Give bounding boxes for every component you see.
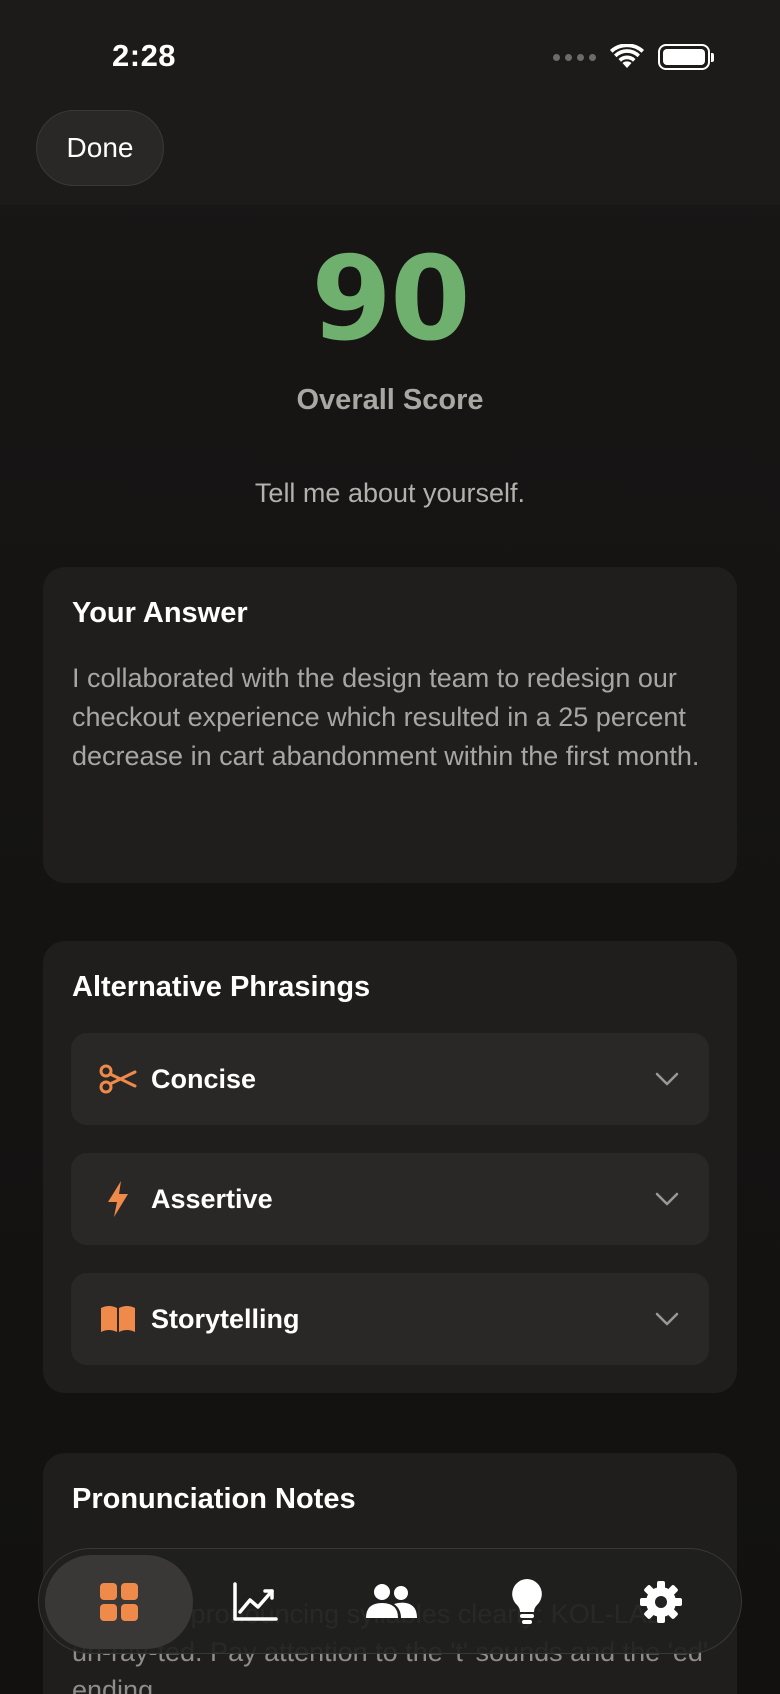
people-icon xyxy=(366,1584,417,1618)
alternative-phrasings-title: Alternative Phrasings xyxy=(72,971,371,1003)
tab-progress[interactable] xyxy=(205,1549,305,1655)
scissors-icon xyxy=(97,1058,139,1100)
tab-dashboard[interactable] xyxy=(45,1555,193,1649)
your-answer-card: Your Answer I collaborated with the desi… xyxy=(43,567,737,883)
pronunciation-notes-title: Pronunciation Notes xyxy=(72,1483,356,1515)
battery-icon xyxy=(658,44,714,70)
status-time: 2:28 xyxy=(112,38,177,73)
tab-bar xyxy=(38,1548,742,1654)
chart-icon xyxy=(233,1582,278,1621)
alternative-phrasings-card: Alternative Phrasings Concise Assertive … xyxy=(43,941,737,1393)
chevron-down-icon xyxy=(655,1192,679,1206)
overall-score-value: 90 xyxy=(311,232,470,367)
status-icons xyxy=(553,44,714,70)
lightning-icon xyxy=(97,1178,139,1220)
phrasing-storytelling[interactable]: Storytelling xyxy=(71,1273,709,1365)
your-answer-title: Your Answer xyxy=(72,597,248,629)
overall-score-label: Overall Score xyxy=(296,384,484,416)
tab-people[interactable] xyxy=(341,1549,441,1655)
phrasing-label: Concise xyxy=(151,1063,257,1094)
gear-icon xyxy=(640,1581,682,1623)
question-text: Tell me about yourself. xyxy=(254,478,526,508)
screen: 2:28 Done 90 Overall Score Tell me about… xyxy=(0,0,780,1694)
lightbulb-icon xyxy=(512,1579,542,1624)
chevron-down-icon xyxy=(655,1072,679,1086)
wifi-icon xyxy=(610,44,644,68)
signal-icon xyxy=(553,53,596,61)
phrasing-concise[interactable]: Concise xyxy=(71,1033,709,1125)
grid-icon xyxy=(100,1583,138,1621)
your-answer-text: I collaborated with the design team to r… xyxy=(72,663,700,771)
chevron-down-icon xyxy=(655,1312,679,1326)
tab-tips[interactable] xyxy=(477,1549,577,1655)
tab-settings[interactable] xyxy=(611,1549,711,1655)
phrasing-assertive[interactable]: Assertive xyxy=(71,1153,709,1245)
book-icon xyxy=(97,1298,139,1340)
phrasing-label: Assertive xyxy=(151,1183,273,1214)
done-button[interactable]: Done xyxy=(36,110,164,186)
phrasing-label: Storytelling xyxy=(151,1303,300,1334)
